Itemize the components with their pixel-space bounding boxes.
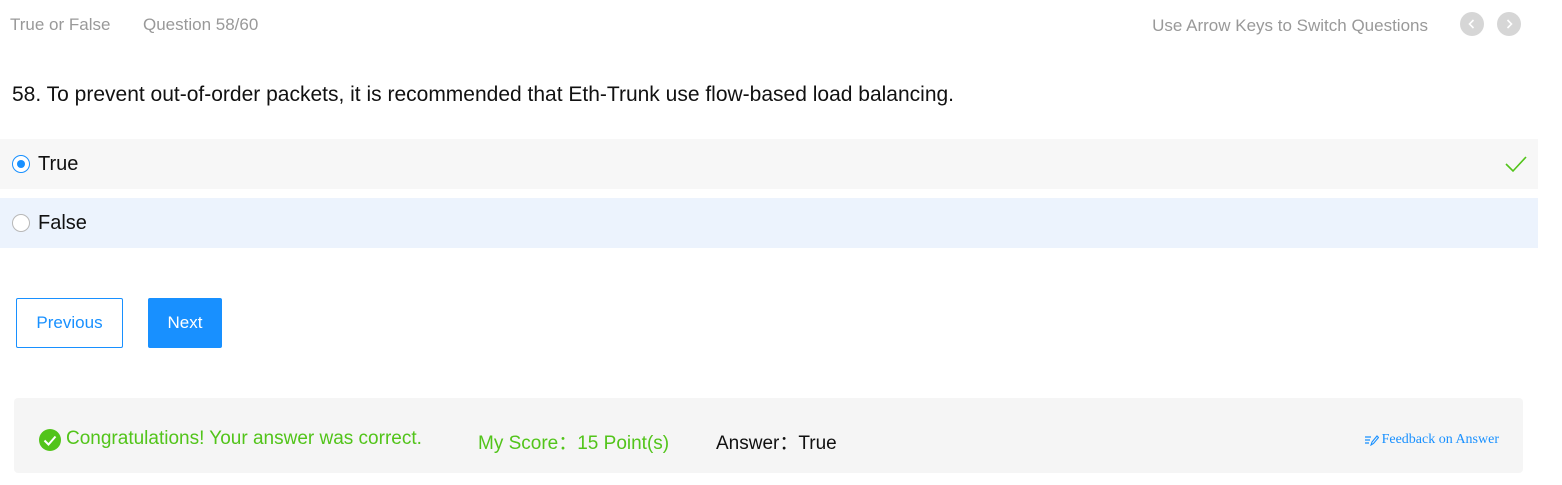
- next-question-button[interactable]: [1497, 12, 1521, 36]
- radio-false[interactable]: [12, 214, 30, 232]
- question-counter: Question 58/60: [143, 15, 259, 34]
- answer-text: Answer：True: [716, 433, 837, 454]
- option-false[interactable]: False: [0, 198, 1538, 248]
- previous-button[interactable]: Previous: [16, 298, 123, 348]
- radio-true[interactable]: [12, 155, 30, 173]
- feedback-label: Feedback on Answer: [1381, 432, 1499, 447]
- chevron-left-icon: [1468, 19, 1475, 29]
- option-label: True: [38, 152, 79, 175]
- feedback-link[interactable]: Feedback on Answer: [1364, 432, 1499, 448]
- question-text: 58. To prevent out-of-order packets, it …: [12, 83, 955, 106]
- keyboard-hint: Use Arrow Keys to Switch Questions: [1152, 16, 1428, 35]
- result-message: Congratulations! Your answer was correct…: [66, 428, 422, 449]
- option-true[interactable]: True: [0, 139, 1538, 189]
- result-panel: Congratulations! Your answer was correct…: [14, 398, 1523, 473]
- score-text: My Score：15 Point(s): [478, 433, 670, 454]
- chevron-right-icon: [1506, 19, 1513, 29]
- question-type-label: True or False: [10, 15, 111, 34]
- edit-lines-icon: [1364, 435, 1379, 446]
- checkmark-icon: [1505, 156, 1527, 173]
- prev-question-button[interactable]: [1460, 12, 1484, 36]
- next-button[interactable]: Next: [148, 298, 222, 348]
- option-label: False: [38, 211, 87, 234]
- top-bar: True or False Question 58/60 Use Arrow K…: [0, 0, 1562, 50]
- check-circle-icon: [39, 429, 61, 451]
